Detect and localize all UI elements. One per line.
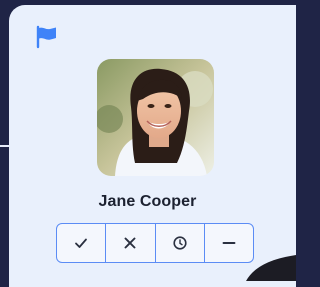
snooze-button[interactable]	[156, 224, 205, 262]
person-name: Jane Cooper	[98, 193, 197, 210]
flag-icon[interactable]	[35, 25, 59, 49]
clock-icon	[173, 236, 187, 250]
avatar	[97, 59, 214, 176]
check-icon	[75, 238, 88, 248]
background-shape	[246, 255, 296, 281]
close-icon	[124, 237, 136, 249]
action-group	[56, 223, 254, 263]
reject-button[interactable]	[106, 224, 156, 262]
minus-icon	[222, 242, 236, 244]
avatar-photo	[97, 59, 214, 176]
approve-button[interactable]	[57, 224, 107, 262]
